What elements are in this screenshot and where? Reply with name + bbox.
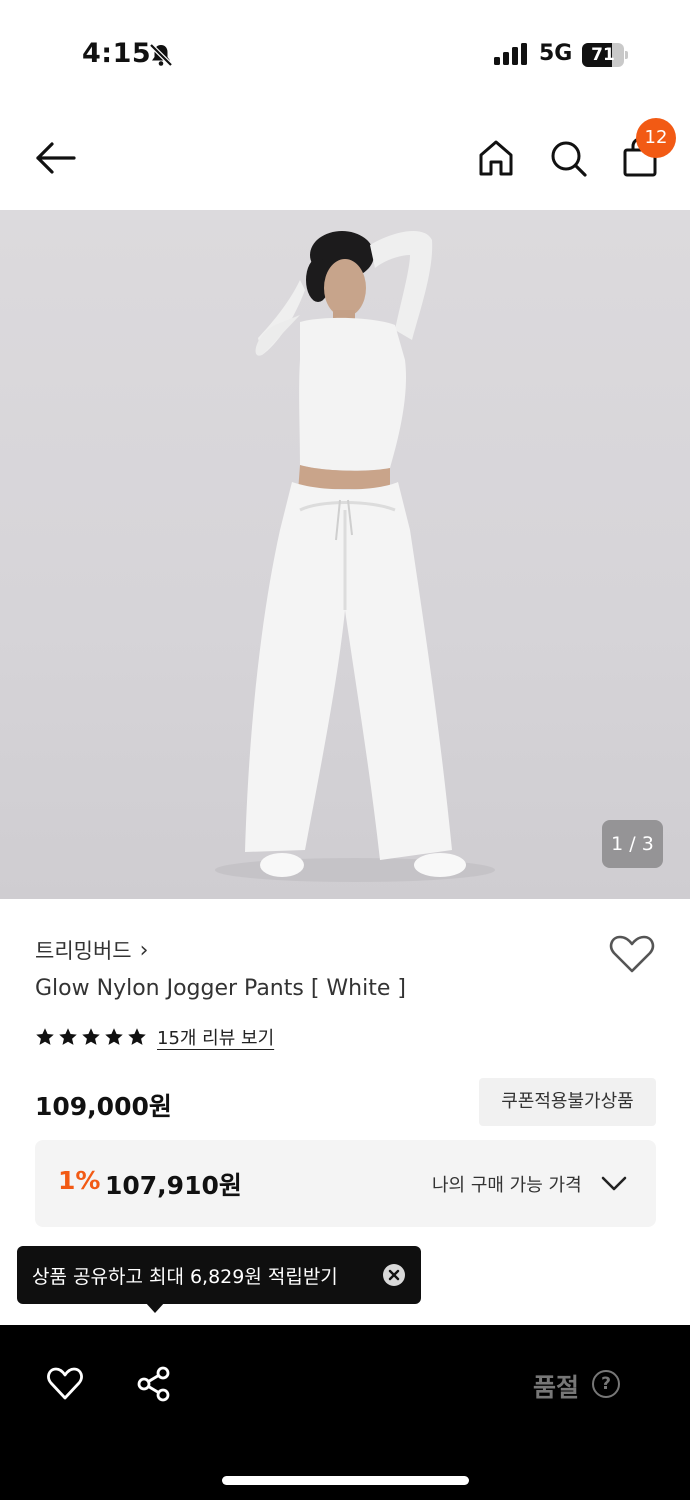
brand-name: 트리밍버드 <box>35 939 132 963</box>
star-icon <box>105 1028 123 1045</box>
bell-off-icon <box>149 43 173 67</box>
my-price-label: 나의 구매 가능 가격 <box>432 1175 582 1196</box>
share-icon[interactable] <box>135 1365 173 1403</box>
home-indicator <box>222 1476 469 1485</box>
status-time: 4:15 <box>82 38 152 69</box>
chevron-right-icon: › <box>139 937 149 963</box>
close-icon[interactable] <box>383 1264 405 1286</box>
chevron-down-icon <box>601 1176 627 1191</box>
brand-link[interactable]: 트리밍버드 › <box>35 935 148 965</box>
product-photo-illustration <box>215 230 495 882</box>
status-bar: 4:15 5G 71 <box>0 0 690 110</box>
image-counter: 1 / 3 <box>602 820 663 868</box>
star-icon <box>128 1028 146 1045</box>
sold-out-label: 품절 <box>533 1373 580 1402</box>
rating-row: 15개 리뷰 보기 <box>35 1024 274 1050</box>
product-name: Glow Nylon Jogger Pants [ White ] <box>35 976 406 1001</box>
tooltip-text: 상품 공유하고 최대 6,829원 적립받기 <box>32 1266 338 1288</box>
review-link[interactable]: 15개 리뷰 보기 <box>157 1024 274 1050</box>
star-icon <box>82 1028 100 1045</box>
battery-icon: 71 <box>582 43 628 67</box>
star-rating <box>35 1027 147 1047</box>
product-price: 109,000원 <box>35 1092 172 1121</box>
cart-count-badge: 12 <box>636 118 676 158</box>
tooltip-tail <box>145 1302 165 1313</box>
coupon-unavailable-tag: 쿠폰적용불가상품 <box>479 1078 656 1126</box>
star-icon <box>36 1028 54 1045</box>
star-icon <box>59 1028 77 1045</box>
discount-rate: 1% <box>58 1166 101 1195</box>
help-icon[interactable]: ? <box>592 1370 620 1398</box>
share-reward-tooltip: 상품 공유하고 최대 6,829원 적립받기 <box>17 1246 421 1313</box>
bottom-action-bar: 품절 ? <box>0 1325 690 1500</box>
network-type: 5G <box>539 41 573 66</box>
battery-level: 71 <box>591 45 615 65</box>
my-price-panel[interactable]: 1% 107,910원 나의 구매 가능 가격 <box>35 1140 656 1227</box>
wishlist-heart-icon[interactable] <box>609 934 655 974</box>
signal-icon <box>494 43 527 65</box>
app-header: 12 <box>0 110 690 210</box>
home-icon[interactable] <box>476 137 516 179</box>
product-image[interactable]: 1 / 3 <box>0 210 690 899</box>
back-arrow-icon[interactable] <box>32 138 78 178</box>
heart-icon[interactable] <box>46 1365 84 1401</box>
discounted-price: 107,910원 <box>105 1171 242 1200</box>
search-icon[interactable] <box>548 137 588 179</box>
